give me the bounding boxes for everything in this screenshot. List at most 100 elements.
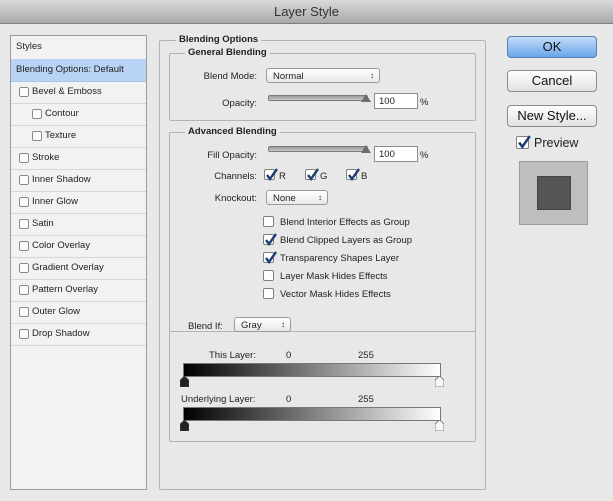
- general-blending-group: [169, 53, 476, 121]
- styles-list: Styles Blending Options: Default Bevel &…: [10, 35, 147, 490]
- channel-r-checkbox[interactable]: [264, 168, 278, 182]
- blend-if-value: Gray: [241, 320, 262, 331]
- blend-if-group: [169, 324, 476, 442]
- advanced-blending-group: [169, 132, 476, 332]
- preview-checkbox[interactable]: [516, 135, 531, 149]
- list-item-color-overlay[interactable]: Color Overlay: [11, 235, 146, 258]
- checkmark-icon: [266, 168, 278, 182]
- list-item-inner-shadow[interactable]: Inner Shadow: [11, 169, 146, 192]
- knockout-value: None: [273, 193, 296, 204]
- checkmark-icon: [265, 251, 277, 265]
- channel-g-label: G: [320, 171, 328, 182]
- list-item-pattern-overlay[interactable]: Pattern Overlay: [11, 279, 146, 302]
- this-layer-low-value: 0: [286, 350, 292, 361]
- this-layer-black-stop-icon[interactable]: [180, 376, 189, 387]
- knockout-select[interactable]: None ↕: [266, 190, 328, 205]
- list-item-blending-options[interactable]: Blending Options: Default: [11, 59, 146, 82]
- outer-glow-checkbox[interactable]: [19, 307, 29, 317]
- new-style-button[interactable]: New Style...: [507, 105, 597, 127]
- vector-mask-hides-checkbox[interactable]: [263, 288, 274, 299]
- texture-checkbox[interactable]: [32, 131, 42, 141]
- blending-options-title: Blending Options: [176, 34, 262, 45]
- list-item-label: Bevel & Emboss: [32, 86, 102, 97]
- blend-interior-effects-label: Blend Interior Effects as Group: [280, 217, 410, 228]
- blend-clipped-layers-label: Blend Clipped Layers as Group: [280, 235, 413, 246]
- opacity-input[interactable]: 100: [374, 93, 418, 109]
- channel-b-checkbox[interactable]: [346, 168, 360, 182]
- list-item-stroke[interactable]: Stroke: [11, 147, 146, 170]
- channel-g-checkbox[interactable]: [305, 168, 319, 182]
- window-title: Layer Style: [273, 4, 340, 19]
- this-layer-white-stop-icon[interactable]: [435, 376, 444, 387]
- opacity-slider-track[interactable]: [268, 95, 368, 101]
- list-item-label: Satin: [32, 218, 54, 229]
- this-layer-gradient-bar: [183, 363, 441, 377]
- inner-glow-checkbox[interactable]: [19, 197, 29, 207]
- fill-opacity-input[interactable]: 100: [374, 146, 418, 162]
- this-layer-label: This Layer:: [209, 350, 256, 361]
- layer-style-dialog: Styles Blending Options: Default Bevel &…: [0, 24, 613, 501]
- chevron-updown-icon: ↕: [370, 71, 374, 80]
- blend-clipped-layers-checkbox[interactable]: [263, 233, 277, 247]
- color-overlay-checkbox[interactable]: [19, 241, 29, 251]
- list-item-label: Gradient Overlay: [32, 262, 104, 273]
- fill-opacity-label: Fill Opacity:: [207, 150, 257, 161]
- blend-if-label: Blend If:: [188, 321, 223, 332]
- drop-shadow-checkbox[interactable]: [19, 329, 29, 339]
- list-item-label: Color Overlay: [32, 240, 91, 251]
- list-item-label: Outer Glow: [32, 306, 81, 317]
- gradient-overlay-checkbox[interactable]: [19, 263, 29, 273]
- advanced-blending-title: Advanced Blending: [185, 126, 280, 137]
- checkmark-icon: [348, 168, 360, 182]
- channels-label: Channels:: [214, 171, 257, 182]
- list-item-label: Contour: [45, 108, 79, 119]
- blend-mode-select[interactable]: Normal ↕: [266, 68, 380, 83]
- cancel-button[interactable]: Cancel: [507, 70, 597, 92]
- list-item-inner-glow[interactable]: Inner Glow: [11, 191, 146, 214]
- chevron-updown-icon: ↕: [318, 193, 322, 202]
- underlying-layer-gradient-bar: [183, 407, 441, 421]
- channel-r-label: R: [279, 171, 286, 182]
- list-item-drop-shadow[interactable]: Drop Shadow: [11, 323, 146, 346]
- fill-opacity-unit: %: [420, 150, 429, 161]
- this-layer-high-value: 255: [358, 350, 374, 361]
- fill-opacity-slider-thumb[interactable]: [361, 145, 371, 153]
- chevron-updown-icon: ↕: [281, 320, 285, 329]
- styles-header[interactable]: Styles: [11, 36, 146, 60]
- list-item-label: Drop Shadow: [32, 328, 90, 339]
- bevel-emboss-checkbox[interactable]: [19, 87, 29, 97]
- list-item-label: Blending Options: Default: [16, 64, 124, 75]
- styles-header-label: Styles: [16, 41, 42, 52]
- pattern-overlay-checkbox[interactable]: [19, 285, 29, 295]
- preview-label: Preview: [534, 136, 579, 150]
- inner-shadow-checkbox[interactable]: [19, 175, 29, 185]
- checkmark-icon: [518, 135, 531, 149]
- list-item-gradient-overlay[interactable]: Gradient Overlay: [11, 257, 146, 280]
- blend-interior-effects-checkbox[interactable]: [263, 216, 274, 227]
- style-preview-box: [519, 161, 588, 225]
- underlying-black-stop-icon[interactable]: [180, 420, 189, 431]
- fill-opacity-slider-track[interactable]: [268, 146, 368, 152]
- checkmark-icon: [265, 233, 277, 247]
- contour-checkbox[interactable]: [32, 109, 42, 119]
- layer-mask-hides-checkbox[interactable]: [263, 270, 274, 281]
- underlying-white-stop-icon[interactable]: [435, 420, 444, 431]
- fill-opacity-value: 100: [379, 149, 395, 160]
- ok-button[interactable]: OK: [507, 36, 597, 58]
- opacity-unit: %: [420, 97, 429, 108]
- underlying-low-value: 0: [286, 394, 292, 405]
- general-blending-title: General Blending: [185, 47, 270, 58]
- list-item-contour[interactable]: Contour: [11, 103, 146, 126]
- list-item-satin[interactable]: Satin: [11, 213, 146, 236]
- list-item-outer-glow[interactable]: Outer Glow: [11, 301, 146, 324]
- blend-if-select[interactable]: Gray ↕: [234, 317, 291, 332]
- stroke-checkbox[interactable]: [19, 153, 29, 163]
- list-item-label: Inner Glow: [32, 196, 78, 207]
- opacity-slider-thumb[interactable]: [361, 94, 371, 102]
- list-item-bevel-emboss[interactable]: Bevel & Emboss: [11, 81, 146, 104]
- satin-checkbox[interactable]: [19, 219, 29, 229]
- list-item-label: Texture: [45, 130, 77, 141]
- list-item-texture[interactable]: Texture: [11, 125, 146, 148]
- transparency-shapes-label: Transparency Shapes Layer: [280, 253, 399, 264]
- transparency-shapes-checkbox[interactable]: [263, 251, 277, 265]
